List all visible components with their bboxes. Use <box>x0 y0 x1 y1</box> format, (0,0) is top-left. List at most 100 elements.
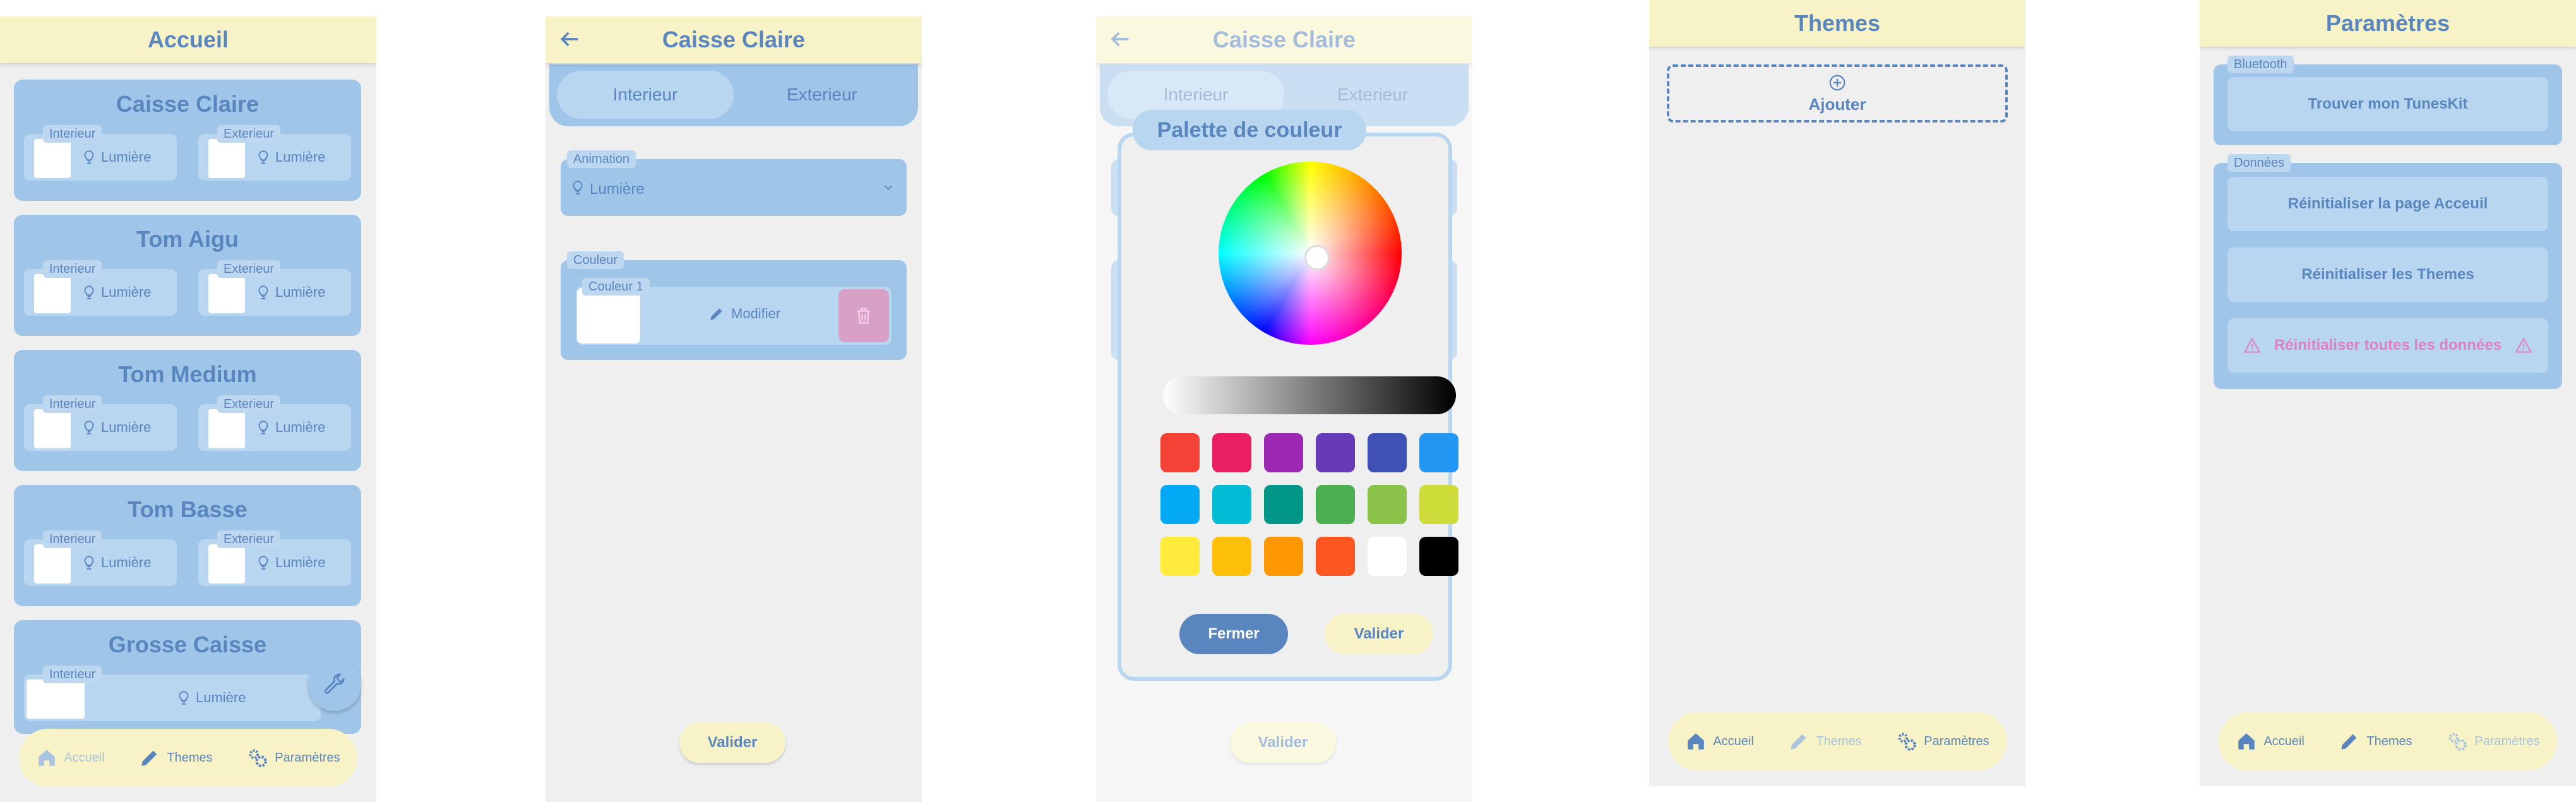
preset-color-swatch[interactable] <box>1212 485 1251 524</box>
interieur-light-button[interactable]: Interieur Lumière <box>24 530 177 586</box>
page-title: Paramètres <box>2325 10 2450 36</box>
preset-color-swatch[interactable] <box>1264 433 1303 472</box>
preset-color-swatch[interactable] <box>1212 537 1251 576</box>
preset-color-swatch[interactable] <box>1160 537 1200 576</box>
reset-themes-button[interactable]: Réinitialiser les Themes <box>2227 248 2548 302</box>
modifier-label: Modifier <box>731 306 781 321</box>
nav-label: Themes <box>2366 734 2412 748</box>
drum-card-tom-medium[interactable]: Tom Medium Interieur Lumière Exterieur L… <box>14 350 361 471</box>
palette-dialog: Fermer Valider <box>1118 133 1458 681</box>
add-theme-button[interactable]: Ajouter <box>1667 64 2008 123</box>
page-title: Caisse Claire <box>662 27 806 52</box>
home-icon <box>39 750 56 766</box>
interieur-light-button[interactable]: Interieur Lumière <box>24 125 177 181</box>
interieur-light-button[interactable]: Interieur Lumière <box>24 395 177 451</box>
color-swatch <box>34 139 71 178</box>
nav-accueil[interactable]: Accueil <box>36 747 105 769</box>
reset-home-button[interactable]: Réinitialiser la page Acceuil <box>2227 177 2548 231</box>
preset-color-grid <box>1160 433 1458 576</box>
light-label: Lumière <box>81 418 151 437</box>
valider-button[interactable]: Valider <box>679 722 785 763</box>
animation-tag: Animation <box>567 150 636 168</box>
nav-accueil[interactable]: Accueil <box>1685 731 1754 752</box>
modifier-button[interactable]: Modifier <box>708 306 780 322</box>
wrench-fab-button[interactable] <box>308 658 361 711</box>
app-bar: Paramètres <box>2200 0 2576 47</box>
color-wheel-knob[interactable] <box>1304 245 1330 270</box>
nav-parametres[interactable]: Paramètres <box>1896 731 1989 752</box>
interieur-light-button[interactable]: Interieur Lumière <box>24 666 321 721</box>
color-swatch <box>208 274 245 313</box>
accueil-screen: Accueil Caisse Claire Interieur Lumière … <box>0 16 376 802</box>
preset-color-swatch[interactable] <box>1160 433 1200 472</box>
preset-color-swatch[interactable] <box>1368 537 1407 576</box>
back-arrow-icon[interactable] <box>557 27 582 52</box>
preset-color-swatch[interactable] <box>1419 485 1458 524</box>
find-tuneskit-button[interactable]: Trouver mon TunesKit <box>2227 77 2548 131</box>
color-swatch <box>208 409 245 448</box>
drum-card-tom-basse[interactable]: Tom Basse Interieur Lumière Exterieur Lu… <box>14 485 361 606</box>
nav-themes[interactable]: Themes <box>2339 731 2412 752</box>
preset-color-swatch[interactable] <box>1368 433 1407 472</box>
parametres-screen: Paramètres Bluetooth Trouver mon TunesKi… <box>2200 0 2576 786</box>
interieur-light-button[interactable]: Interieur Lumière <box>24 260 177 316</box>
drum-card-tom-aigu[interactable]: Tom Aigu Interieur Lumière Exterieur Lum… <box>14 215 361 336</box>
exterieur-light-button[interactable]: Exterieur Lumière <box>198 395 351 451</box>
preset-color-swatch[interactable] <box>1419 433 1458 472</box>
tab-interieur[interactable]: Interieur <box>557 71 734 119</box>
color-swatch <box>208 544 245 584</box>
fermer-button[interactable]: Fermer <box>1179 614 1288 654</box>
exterieur-light-button[interactable]: Exterieur Lumière <box>198 125 351 181</box>
drum-card-caisse-claire[interactable]: Caisse Claire Interieur Lumière Exterieu… <box>14 80 361 201</box>
interieur-tag: Interieur <box>43 395 102 413</box>
brightness-slider[interactable] <box>1163 376 1456 414</box>
color-swatch[interactable] <box>577 288 640 344</box>
preset-color-swatch[interactable] <box>1316 485 1355 524</box>
light-label: Lumière <box>255 418 325 437</box>
gears-icon <box>249 749 268 767</box>
nav-label: Accueil <box>1713 734 1754 748</box>
nav-parametres[interactable]: Paramètres <box>247 747 340 769</box>
preset-color-swatch[interactable] <box>1316 433 1355 472</box>
nav-themes[interactable]: Themes <box>139 747 213 769</box>
preset-color-swatch[interactable] <box>1212 433 1251 472</box>
preset-color-swatch[interactable] <box>1264 485 1303 524</box>
bottom-nav: Accueil Themes Paramètres <box>2219 712 2557 770</box>
color-swatch <box>34 274 71 313</box>
home-icon <box>1688 733 1705 750</box>
lightbulb-icon <box>84 150 94 164</box>
bluetooth-tag: Bluetooth <box>2227 56 2294 73</box>
preset-color-swatch[interactable] <box>1368 485 1407 524</box>
preset-color-swatch[interactable] <box>1264 537 1303 576</box>
app-bar: Themes <box>1649 0 2025 47</box>
light-label: Lumière <box>176 688 246 707</box>
preset-color-swatch[interactable] <box>1160 485 1200 524</box>
app-bar: Accueil <box>0 16 376 63</box>
preset-color-swatch[interactable] <box>1419 537 1458 576</box>
preset-color-swatch[interactable] <box>1316 537 1355 576</box>
exterieur-tag: Exterieur <box>217 260 281 278</box>
page-title: Accueil <box>147 27 229 52</box>
palette-title: Palette de couleur <box>1133 110 1366 150</box>
reset-all-button[interactable]: Réinitialiser toutes les données <box>2227 318 2548 373</box>
nav-themes[interactable]: Themes <box>1788 731 1862 752</box>
nav-label: Paramètres <box>1924 734 1989 748</box>
nav-accueil[interactable]: Accueil <box>2236 731 2305 752</box>
valider-button[interactable]: Valider <box>1325 614 1433 654</box>
exterieur-tag: Exterieur <box>217 530 281 548</box>
nav-label: Paramètres <box>275 750 340 765</box>
delete-button[interactable] <box>838 289 889 342</box>
light-text: Lumière <box>101 419 152 435</box>
tab-exterieur[interactable]: Exterieur <box>734 71 910 119</box>
nav-parametres[interactable]: Paramètres <box>2447 731 2540 752</box>
animation-value: Lumière <box>590 181 645 198</box>
add-label: Ajouter <box>1808 94 1866 114</box>
drum-title: Grosse Caisse <box>108 631 267 657</box>
light-text: Lumière <box>196 690 246 705</box>
light-label: Lumière <box>81 553 151 572</box>
exterieur-light-button[interactable]: Exterieur Lumière <box>198 530 351 586</box>
animation-dropdown[interactable]: Animation Lumière <box>561 150 907 216</box>
palette-screen: Interieur Exterieur Caisse Claire Valide… <box>1096 16 1472 802</box>
donnees-card: Données Réinitialiser la page Acceuil Ré… <box>2214 154 2562 389</box>
exterieur-light-button[interactable]: Exterieur Lumière <box>198 260 351 316</box>
